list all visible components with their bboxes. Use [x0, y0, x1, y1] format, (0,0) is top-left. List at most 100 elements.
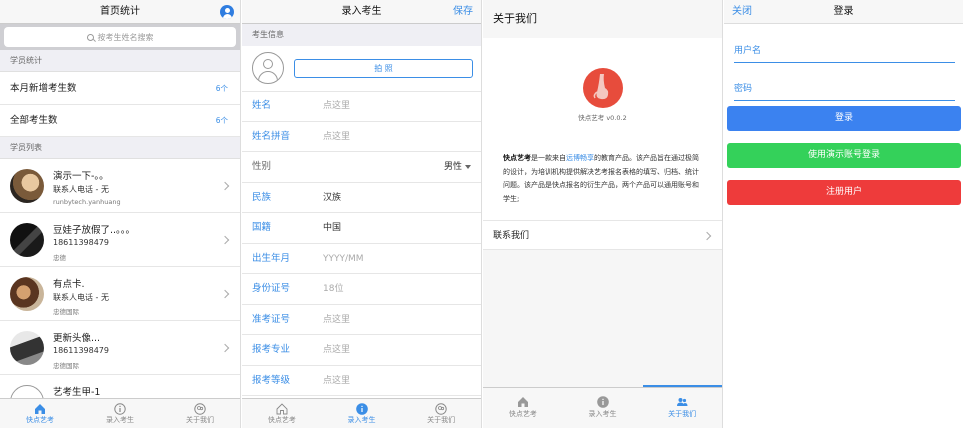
tab-label: 录入考生 [588, 410, 617, 418]
field-id[interactable]: 身份证号 18位 [242, 274, 481, 305]
password-field[interactable]: 密码 [734, 77, 955, 101]
field-exam-no[interactable]: 准考证号 点这里 [242, 305, 481, 335]
username-field[interactable]: 用户名 [734, 39, 955, 63]
field-gender[interactable]: 性别 男性 [242, 152, 481, 183]
page-title: 登录 [833, 6, 854, 17]
about-content: 快点艺考 v0.0.2 快点艺考是一款来自远博畅享的教育产品。该产品旨在通过极简… [483, 38, 722, 220]
search-input[interactable]: 按考生姓名搜索 [4, 27, 236, 47]
stat-count: 6个 [215, 84, 228, 93]
info-icon [355, 403, 368, 415]
home-icon [35, 404, 45, 414]
student-row[interactable]: 有点卡. 联系人电话 - 无 忠德国际 [0, 267, 240, 321]
take-photo-button[interactable]: 拍 照 [294, 59, 473, 78]
field-ethnicity[interactable]: 民族 汉族 [242, 183, 481, 213]
tab-about[interactable]: 关于我们 [401, 399, 481, 428]
field-label: 民族 [252, 191, 272, 203]
student-row[interactable]: 豆娃子放假了..。。。 18611398479 忠德 [0, 213, 240, 267]
tab-entry[interactable]: 录入考生 [322, 399, 402, 428]
close-button[interactable]: 关闭 [732, 0, 752, 24]
stat-count: 6个 [215, 116, 228, 125]
student-org: 忠德国际 [53, 362, 79, 370]
student-org: 忠德国际 [53, 308, 79, 316]
tab-entry[interactable]: 录入考生 [563, 388, 643, 428]
tab-home[interactable]: 快点艺考 [483, 388, 563, 428]
field-pinyin[interactable]: 姓名拼音 点这里 [242, 122, 481, 152]
person-icon [252, 52, 284, 84]
field-major[interactable]: 报考专业 点这里 [242, 335, 481, 366]
chevron-right-icon [220, 235, 230, 245]
gender-select[interactable]: 男性 [444, 152, 471, 182]
student-name: 演示一下-。。 [53, 171, 109, 182]
student-phone: 联系人电话 - 无 [53, 185, 109, 194]
login-screen: 关闭 登录 用户名 密码 登录 使用演示账号登录 注册用户 [724, 0, 963, 428]
field-label: 性别 [252, 161, 272, 172]
student-org: runbytech.yanhuang [53, 198, 121, 206]
field-label: 国籍 [252, 222, 272, 233]
tab-home[interactable]: 快点艺考 [242, 399, 322, 428]
student-phone: 联系人电话 - 无 [53, 293, 109, 302]
photo-row: 拍 照 [242, 46, 481, 92]
about-brand: 快点艺考 [503, 154, 531, 162]
stat-label: 本月新增考生数 [10, 83, 77, 94]
login-button[interactable]: 登录 [727, 106, 961, 131]
student-name: 艺考生甲-1 [53, 387, 101, 398]
tab-label: 录入考生 [106, 416, 134, 424]
tab-entry[interactable]: 录入考生 [80, 399, 160, 428]
student-org: 忠德 [53, 254, 66, 262]
tab-label: 关于我们 [186, 416, 214, 424]
tab-label: 快点艺考 [26, 416, 54, 424]
user-icon[interactable] [220, 5, 234, 19]
student-row[interactable]: 更新头像... 18611398479 忠德国际 [0, 321, 240, 375]
student-phone: 18611398479 [53, 346, 109, 355]
app-version: 快点艺考 v0.0.2 [578, 114, 627, 122]
tab-label: 关于我们 [427, 416, 456, 424]
field-name[interactable]: 姓名 点这里 [242, 91, 481, 122]
tab-home[interactable]: 快点艺考 [0, 399, 80, 428]
save-button[interactable]: 保存 [453, 0, 473, 24]
home-icon [517, 397, 528, 407]
info-icon [596, 396, 609, 408]
company-link[interactable]: 远博畅享 [566, 154, 594, 162]
field-value: 点这里 [323, 314, 351, 325]
login-navbar: 关闭 登录 [724, 0, 963, 24]
field-birth[interactable]: 出生年月 YYYY/MM [242, 244, 481, 274]
home-navbar: 首页统计 [0, 0, 240, 24]
tab-about[interactable]: 关于我们 [160, 399, 240, 428]
search-bar: 按考生姓名搜索 [0, 24, 240, 50]
contact-us-row[interactable]: 联系我们 [483, 220, 722, 250]
app-logo [583, 68, 623, 108]
field-value: 点这里 [323, 345, 351, 355]
field-nationality[interactable]: 国籍 中国 [242, 213, 481, 244]
student-avatar [10, 331, 44, 365]
student-avatar [10, 169, 44, 203]
field-value: 中国 [323, 223, 342, 233]
list-section-header: 学员列表 [0, 137, 240, 159]
people-icon [677, 398, 688, 406]
info-icon [114, 403, 126, 415]
tab-label: 关于我们 [668, 410, 697, 418]
demo-login-button[interactable]: 使用演示账号登录 [727, 143, 961, 168]
field-value: 18位 [323, 284, 344, 294]
username-placeholder: 用户名 [734, 46, 762, 56]
field-label: 准考证号 [252, 313, 291, 325]
field-value: 点这里 [323, 101, 351, 111]
stat-row-total[interactable]: 全部考生数 6个 [0, 105, 240, 137]
chevron-right-icon [220, 343, 230, 353]
about-text-a: 是一款来自 [531, 154, 566, 162]
home-icon [276, 403, 288, 415]
people-icon [194, 403, 206, 415]
entry-screen: 录入考生 保存 考生信息 拍 照 姓名 点这里 姓名拼音 点这里 性别 男性 民… [242, 0, 482, 428]
field-label: 报考等级 [252, 374, 291, 386]
search-icon [86, 33, 94, 41]
student-name: 更新头像... [53, 333, 101, 344]
field-value: 点这里 [323, 131, 351, 142]
home-screen: 首页统计 按考生姓名搜索 学员统计 本月新增考生数 6个 全部考生数 6个 学员… [0, 0, 241, 428]
page-title: 关于我们 [483, 0, 722, 38]
stat-row-month[interactable]: 本月新增考生数 6个 [0, 73, 240, 105]
field-label: 姓名拼音 [252, 130, 291, 142]
tab-bar: 快点艺考 录入考生 关于我们 [0, 398, 240, 428]
tab-about[interactable]: 关于我们 [642, 388, 722, 428]
student-row[interactable]: 演示一下-。。 联系人电话 - 无 runbytech.yanhuang [0, 159, 240, 213]
field-level[interactable]: 报考等级 点这里 [242, 366, 481, 396]
register-button[interactable]: 注册用户 [727, 180, 961, 205]
